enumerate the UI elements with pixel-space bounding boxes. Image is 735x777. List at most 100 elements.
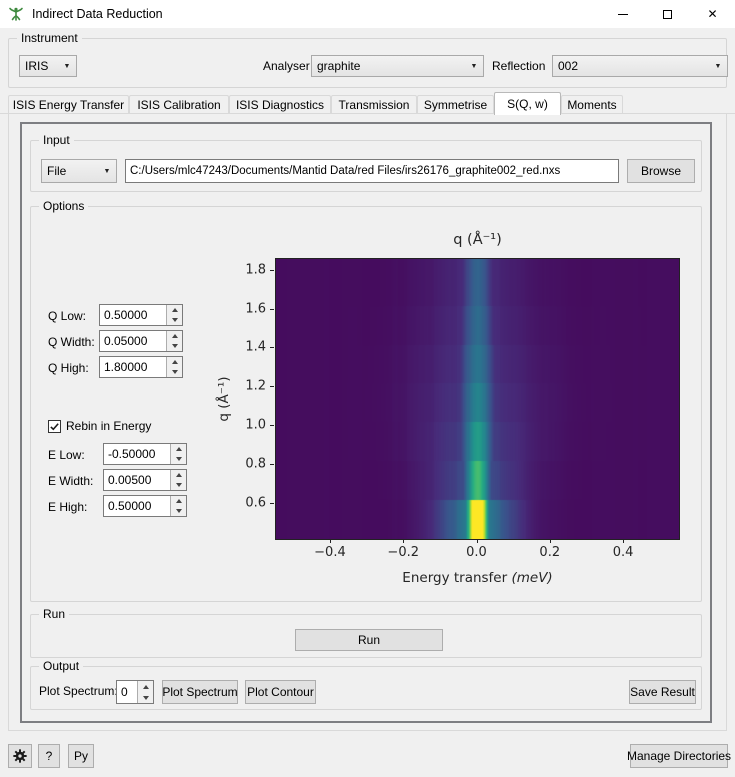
spin-up-button[interactable] (138, 681, 153, 692)
save-result-button[interactable]: Save Result (629, 680, 696, 704)
spin-up-button[interactable] (167, 357, 182, 367)
tab-isis-calibration[interactable]: ISIS Calibration (129, 95, 229, 114)
file-path-value: C:/Users/mlc47243/Documents/Mantid Data/… (130, 165, 561, 177)
e-high-spinbox[interactable]: 0.50000 (103, 495, 187, 517)
input-group: Input File ▼ C:/Users/mlc47243/Documents… (30, 133, 702, 192)
plot-spectrum-button[interactable]: Plot Spectrum (162, 680, 238, 704)
run-group: Run Run (30, 607, 702, 658)
gear-icon (13, 749, 27, 763)
plot-y-axis-label: q (Å⁻¹) (216, 376, 232, 422)
spin-down-button[interactable] (138, 692, 153, 703)
instrument-combobox[interactable]: IRIS ▼ (19, 55, 77, 77)
q-low-value: 0.50000 (104, 308, 148, 322)
reflection-combobox[interactable]: 002 ▼ (552, 55, 728, 77)
tab-isis-energy-transfer[interactable]: ISIS Energy Transfer (8, 95, 129, 114)
y-tick-mark (270, 464, 274, 466)
q-width-spinbox[interactable]: 0.05000 (99, 330, 183, 352)
manage-directories-button[interactable]: Manage Directories (627, 744, 731, 768)
tab-sqw[interactable]: S(Q, w) (494, 92, 561, 115)
browse-button[interactable]: Browse (627, 159, 695, 183)
e-low-label: E Low: (48, 448, 85, 462)
e-low-value: -0.50000 (108, 447, 156, 461)
rebin-in-energy-checkbox[interactable]: Rebin in Energy (48, 419, 151, 433)
settings-button[interactable] (8, 744, 32, 768)
options-group-label: Options (39, 199, 89, 213)
x-tick-mark (329, 539, 331, 543)
python-export-button[interactable]: Py (68, 744, 94, 768)
chevron-down-icon: ▼ (63, 62, 71, 70)
maximize-button[interactable] (645, 0, 690, 28)
run-button[interactable]: Run (295, 629, 443, 651)
sqw-preview-plot: q (Å⁻¹) q (Å⁻¹) Energy transfer (meV) −0… (212, 226, 717, 598)
instrument-combobox-value: IRIS (25, 59, 49, 73)
spin-up-button[interactable] (171, 444, 186, 454)
plot-axes (275, 258, 680, 540)
plot-spectrum-spinbox[interactable]: 0 (116, 680, 154, 704)
output-group: Output Plot Spectrum: 0 Plot Spectrum Pl… (30, 659, 702, 710)
reflection-label: Reflection (492, 59, 546, 73)
x-tick-mark (403, 539, 405, 543)
x-tick-label: −0.4 (314, 545, 346, 560)
spin-up-button[interactable] (171, 496, 186, 506)
help-button[interactable]: ? (38, 744, 60, 768)
spin-up-button[interactable] (167, 305, 182, 315)
instrument-group: Instrument IRIS ▼ Analyser graphite ▼ Re… (8, 31, 728, 88)
e-high-label: E High: (48, 500, 88, 514)
rebin-in-energy-label: Rebin in Energy (66, 419, 152, 433)
y-tick-label: 1.0 (245, 417, 266, 433)
analyser-label: Analyser (263, 59, 310, 73)
y-tick-label: 1.6 (245, 301, 266, 317)
spin-down-button[interactable] (171, 454, 186, 464)
y-tick-label: 0.6 (245, 495, 266, 511)
title-bar: Indirect Data Reduction ✕ (0, 0, 735, 28)
spin-up-button[interactable] (171, 470, 186, 480)
y-tick-mark (270, 347, 274, 349)
y-tick-label: 0.8 (245, 456, 266, 472)
maximize-icon (663, 9, 672, 19)
x-tick-label: 0.0 (466, 545, 487, 560)
heatmap-canvas (276, 259, 679, 539)
e-width-spinbox[interactable]: 0.00500 (103, 469, 187, 491)
q-width-label: Q Width: (48, 335, 95, 349)
chevron-down-icon: ▼ (103, 167, 111, 175)
x-tick-mark (623, 539, 625, 543)
tab-symmetrise[interactable]: Symmetrise (417, 95, 494, 114)
q-low-label: Q Low: (48, 309, 87, 323)
spin-up-button[interactable] (167, 331, 182, 341)
y-tick-mark (270, 308, 274, 310)
analyser-combobox[interactable]: graphite ▼ (311, 55, 484, 77)
tab-isis-diagnostics[interactable]: ISIS Diagnostics (229, 95, 331, 114)
tab-transmission[interactable]: Transmission (331, 95, 417, 114)
q-high-spinbox[interactable]: 1.80000 (99, 356, 183, 378)
chevron-down-icon: ▼ (714, 62, 722, 70)
q-high-value: 1.80000 (104, 360, 148, 374)
spin-down-button[interactable] (167, 367, 182, 377)
input-source-value: File (47, 164, 67, 178)
tab-bar: ISIS Energy Transfer ISIS Calibration IS… (0, 92, 735, 115)
plot-contour-button[interactable]: Plot Contour (245, 680, 316, 704)
input-group-label: Input (39, 133, 74, 147)
file-path-input[interactable]: C:/Users/mlc47243/Documents/Mantid Data/… (125, 159, 619, 183)
q-high-label: Q High: (48, 361, 89, 375)
minimize-button[interactable] (600, 0, 645, 28)
e-high-value: 0.50000 (108, 499, 152, 513)
e-low-spinbox[interactable]: -0.50000 (103, 443, 187, 465)
x-tick-mark (476, 539, 478, 543)
x-tick-label: −0.2 (387, 545, 420, 560)
window-title: Indirect Data Reduction (32, 7, 163, 21)
e-width-label: E Width: (48, 474, 94, 488)
spin-down-button[interactable] (167, 341, 182, 351)
spin-down-button[interactable] (171, 506, 186, 516)
y-tick-mark (270, 386, 274, 388)
y-tick-mark (270, 503, 274, 504)
plot-spectrum-label: Plot Spectrum: (39, 684, 118, 698)
input-source-combobox[interactable]: File ▼ (41, 159, 117, 183)
x-tick-mark (549, 539, 551, 543)
plot-title: q (Å⁻¹) (453, 232, 502, 248)
q-low-spinbox[interactable]: 0.50000 (99, 304, 183, 326)
tab-moments[interactable]: Moments (561, 95, 623, 114)
spin-down-button[interactable] (167, 315, 182, 325)
close-button[interactable]: ✕ (690, 0, 735, 28)
spin-down-button[interactable] (171, 480, 186, 490)
y-tick-mark (270, 269, 274, 271)
